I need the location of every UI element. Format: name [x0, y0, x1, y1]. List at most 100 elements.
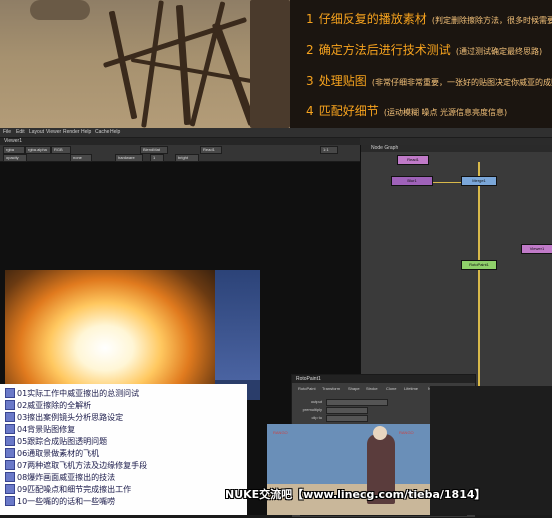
lesson-title: 09匹配噪点和细节完成擦出工作	[17, 485, 132, 494]
tab-lifetime[interactable]: Lifetime	[404, 386, 418, 391]
lesson-title: 04背景贴图修复	[17, 425, 76, 434]
field-label-output: output	[310, 399, 322, 404]
lesson-item[interactable]: 03擦出案例镜头分析思路设定	[5, 411, 124, 423]
node-read1[interactable]: Read1	[397, 155, 429, 165]
tab-shape[interactable]: Shape	[348, 386, 360, 391]
lesson-title: 05跟踪合成贴图透明问题	[17, 437, 108, 446]
input-b-select[interactable]: Read1	[200, 146, 222, 154]
lesson-item[interactable]: 09匹配噪点和细节完成擦出工作	[5, 483, 132, 495]
lesson-title: 03擦出案例镜头分析思路设定	[17, 413, 124, 422]
step-number: 4	[306, 104, 314, 118]
menu-render[interactable]: Render	[63, 128, 79, 137]
gain-field[interactable]: 1	[150, 154, 164, 162]
lesson-item[interactable]: 07两种遮取飞机方法及边缘修复手段	[5, 459, 148, 471]
video-file-icon	[5, 411, 15, 422]
lesson-title: 10一些嘴的的话和一些嘴唠	[17, 497, 116, 506]
node-graph-tab-row: Node Graph	[360, 145, 552, 152]
opacity-label: opacity	[3, 154, 27, 162]
menu-cache[interactable]: Cache	[95, 128, 109, 137]
node-viewer1[interactable]: Viewer1	[521, 244, 552, 254]
poster-title-left: RANGO	[273, 430, 288, 435]
lesson-list: 01实际工作中威亚擦出的总测问试 02威亚擦除的全解析 03擦出案例镜头分析思路…	[0, 384, 247, 515]
output-select[interactable]	[326, 399, 388, 406]
step-title: 仔细反复的播放素材	[318, 12, 427, 26]
step-number: 3	[306, 74, 314, 88]
field-label-clip: clip to	[311, 415, 322, 420]
tab-stroke[interactable]: Stroke	[366, 386, 378, 391]
lesson-title: 01实际工作中威亚擦出的总测问试	[17, 389, 140, 398]
properties-title-bar: RotoPaint1	[292, 375, 475, 383]
viewer-tab-row: Viewer1	[0, 138, 360, 145]
tab-node-graph[interactable]: Node Graph	[371, 145, 398, 152]
menu-file[interactable]: File	[3, 128, 11, 137]
step-note: (非常仔细非常重要，一张好的贴图决定你威亚的成败)	[371, 78, 552, 87]
node-merge1[interactable]: Merge1	[461, 176, 497, 186]
premultiply-select[interactable]	[326, 407, 368, 414]
lesson-item[interactable]: 05跟踪合成贴图透明问题	[5, 435, 108, 447]
video-file-icon	[5, 495, 15, 506]
video-file-icon	[5, 423, 15, 434]
video-file-icon	[5, 387, 15, 398]
tutorial-banner: 1 仔细反复的播放素材 (判定删除擦除方法，很多时候需要测试) 2 确定方法后进…	[0, 0, 552, 128]
video-file-icon	[5, 447, 15, 458]
step-4: 4 匹配好细节 (运动模糊 噪点 光源信息亮度信息)	[306, 100, 507, 119]
watermark-text: NUKE交流吧【www.linecg.com/tieba/1814】	[225, 488, 486, 501]
explosion-frame	[5, 270, 260, 400]
lesson-item[interactable]: 01实际工作中威亚擦出的总测问试	[5, 387, 140, 399]
menubar: File Edit Layout Viewer Render Help Cach…	[0, 128, 552, 138]
lesson-item[interactable]: 08爆炸画面威亚擦出的技法	[5, 471, 116, 483]
step-note: (判定删除擦除方法，很多时候需要测试)	[431, 16, 552, 25]
none-select[interactable]: none	[70, 154, 92, 162]
step-note: (运动模糊 噪点 光源信息亮度信息)	[383, 108, 508, 117]
step-number: 2	[306, 43, 314, 57]
tab-clone[interactable]: Clone	[386, 386, 396, 391]
lesson-title: 06通取景做素材的飞机	[17, 449, 100, 458]
video-file-icon	[5, 459, 15, 470]
menu-help-2[interactable]: Help	[110, 128, 120, 137]
video-file-icon	[5, 435, 15, 446]
step-title: 匹配好细节	[318, 104, 379, 118]
step-number: 1	[306, 12, 314, 26]
step-title: 确定方法后进行技术测试	[318, 43, 451, 57]
lesson-title: 02威亚擦除的全解析	[17, 401, 92, 410]
lesson-item[interactable]: 10一些嘴的的话和一些嘴唠	[5, 495, 116, 507]
menu-edit[interactable]: Edit	[16, 128, 25, 137]
video-file-icon	[5, 399, 15, 410]
video-file-icon	[5, 471, 15, 482]
tab-rotopaint[interactable]: RotoPaint	[298, 386, 316, 391]
film-still-wooden-structure	[0, 0, 290, 128]
poster-title-right: RANGO	[399, 430, 414, 435]
lesson-item[interactable]: 06通取景做素材的飞机	[5, 447, 100, 459]
tab-transform[interactable]: Transform	[322, 386, 340, 391]
alpha-select[interactable]: rgba.alpha	[25, 146, 51, 154]
bright-field[interactable]: bright	[175, 154, 199, 162]
step-2: 2 确定方法后进行技术测试 (通过测试确定最终思路)	[306, 39, 542, 58]
lesson-title: 07两种遮取飞机方法及边缘修复手段	[17, 461, 148, 470]
clip-select[interactable]	[326, 415, 368, 422]
hardware-select[interactable]: hardware	[115, 154, 143, 162]
lesson-item[interactable]: 02威亚擦除的全解析	[5, 399, 92, 411]
step-note: (通过测试确定最终思路)	[455, 47, 543, 56]
step-1: 1 仔细反复的播放素材 (判定删除擦除方法，很多时候需要测试)	[306, 8, 552, 27]
node-blur1[interactable]: Blur1	[391, 176, 433, 186]
video-file-icon	[5, 483, 15, 494]
tab-viewer[interactable]: Viewer1	[4, 138, 22, 145]
display-select[interactable]: RGB	[51, 146, 71, 154]
input-a-select[interactable]: BlendMat	[140, 146, 168, 154]
channel-select[interactable]: rgba	[3, 146, 25, 154]
zoom-select[interactable]: 1:1	[320, 146, 338, 154]
menu-layout[interactable]: Layout	[29, 128, 44, 137]
step-3: 3 处理贴图 (非常仔细非常重要，一张好的贴图决定你威亚的成败)	[306, 70, 552, 89]
node-wire	[478, 162, 480, 392]
character-head	[373, 426, 387, 440]
field-label-premultiply: premultiply	[302, 407, 322, 412]
workflow-steps: 1 仔细反复的播放素材 (判定删除擦除方法，很多时候需要测试) 2 确定方法后进…	[300, 0, 552, 128]
node-rotopaint1[interactable]: RotoPaint1	[461, 260, 497, 270]
properties-node-name: RotoPaint1	[296, 376, 321, 382]
menu-viewer[interactable]: Viewer	[46, 128, 61, 137]
menu-help[interactable]: Help	[81, 128, 91, 137]
lesson-title: 08爆炸画面威亚擦出的技法	[17, 473, 116, 482]
explosion-fire	[5, 270, 215, 400]
lesson-item[interactable]: 04背景贴图修复	[5, 423, 76, 435]
step-title: 处理贴图	[318, 74, 367, 88]
